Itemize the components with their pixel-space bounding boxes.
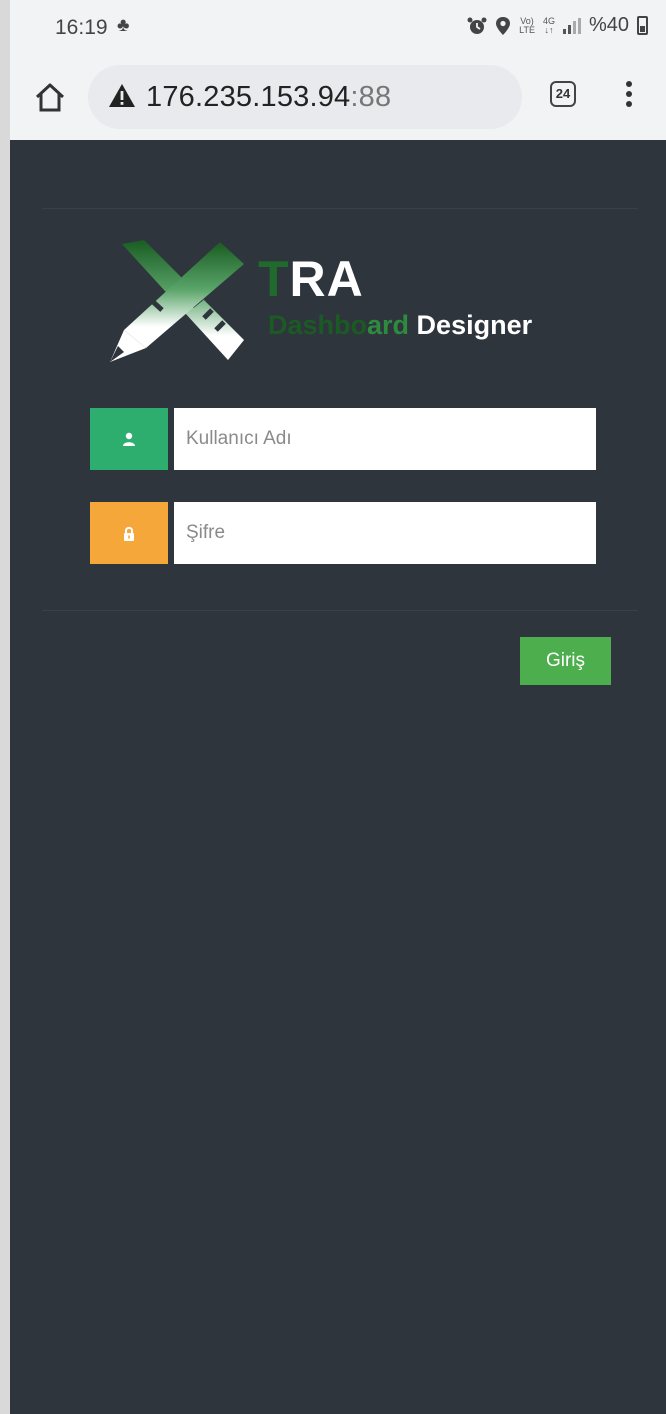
- home-icon[interactable]: [32, 80, 68, 116]
- logo-subtitle-hidden: Dashbo: [268, 310, 368, 340]
- password-input[interactable]: [174, 502, 596, 564]
- status-bar: 16:19 ♣ Vo) LTE 4G ↓↑ %40: [10, 0, 666, 58]
- url-host: 176.235.153.94: [146, 81, 351, 113]
- logo-title-first: T: [258, 251, 290, 307]
- warning-triangle-icon[interactable]: [108, 83, 136, 108]
- lock-icon: [124, 526, 134, 541]
- url-port: :88: [350, 81, 392, 113]
- password-addon: [90, 502, 168, 564]
- logo-subtitle-accent: ard: [367, 310, 410, 340]
- volte-bottom-text: LTE: [519, 24, 535, 35]
- form-divider: [42, 610, 638, 611]
- network-arrows: ↓↑: [544, 24, 554, 35]
- battery-icon: [637, 16, 648, 35]
- notification-icon: ♣: [117, 15, 130, 36]
- login-button[interactable]: Giriş: [520, 637, 611, 685]
- status-time: 16:19: [55, 16, 108, 39]
- username-addon: [90, 408, 168, 470]
- username-input[interactable]: [174, 408, 596, 470]
- location-icon: [496, 16, 511, 35]
- left-bezel: [0, 0, 10, 1414]
- tabs-icon[interactable]: 24: [550, 81, 576, 107]
- volte-indicator: Vo) LTE: [519, 16, 535, 35]
- logo-subtitle-end: Designer: [409, 310, 533, 340]
- logo-title: TRA: [258, 250, 364, 308]
- top-divider: [42, 208, 638, 209]
- battery-percent: %40: [588, 14, 629, 36]
- logo-pencil-ruler-icon: [110, 240, 244, 362]
- login-page: TRA Dashboard Designer Giriş: [10, 140, 666, 1414]
- phone-screen: 16:19 ♣ Vo) LTE 4G ↓↑ %40 176.235.153.94…: [10, 0, 666, 1414]
- alarm-icon: [467, 17, 487, 34]
- network-type: 4G ↓↑: [543, 16, 555, 35]
- username-field: [90, 408, 596, 470]
- signal-icon: [562, 17, 581, 34]
- url-text[interactable]: 176.235.153.94:88: [146, 81, 391, 114]
- status-icons: Vo) LTE 4G ↓↑ %40: [467, 14, 648, 37]
- password-field: [90, 502, 596, 564]
- logo-subtitle: Dashboard Designer: [268, 310, 532, 341]
- browser-toolbar: 176.235.153.94:88 24: [10, 58, 666, 140]
- user-icon: [123, 432, 135, 446]
- logo-title-rest: RA: [289, 251, 364, 307]
- more-vert-icon[interactable]: [621, 78, 637, 114]
- address-bar[interactable]: 176.235.153.94:88: [88, 65, 522, 129]
